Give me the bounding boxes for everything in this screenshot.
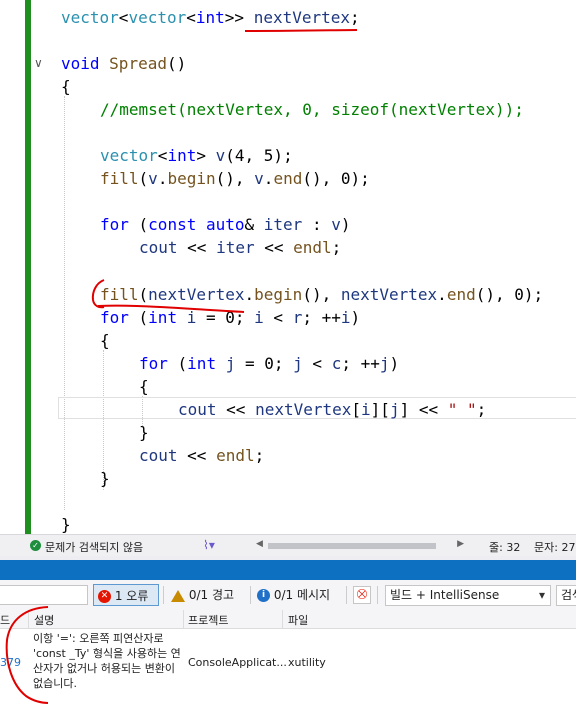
build-scope-label: 빌드 + IntelliSense	[390, 588, 500, 602]
table-row[interactable]: 379 이항 '=': 오른쪽 피연산자로 'const _Ty' 형식을 사용…	[0, 629, 576, 707]
issues-status[interactable]: 문제가 검색되지 않음	[45, 539, 143, 555]
code-line-open-brace: {	[61, 77, 71, 96]
errors-count-label: 1 오류	[114, 589, 149, 603]
horizontal-scrollbar[interactable]: ◀ ▶	[256, 539, 464, 551]
info-icon: i	[257, 589, 270, 602]
messages-filter-button[interactable]: i 0/1 메시지	[257, 584, 330, 606]
code-line-brace: }	[100, 469, 110, 488]
code-line-decl: vector<vector<int>> nextVertex;	[61, 8, 360, 27]
code-line-cout-iter: cout << iter << endl;	[139, 238, 342, 257]
code-line-for-i: for (int i = 0; i < r; ++i)	[100, 308, 361, 327]
toolbar-separator	[377, 586, 378, 604]
code-line-brace: }	[139, 423, 149, 442]
error-icon: ✕	[98, 590, 111, 603]
chevron-down-icon: ▾	[538, 588, 545, 602]
toolbar-separator	[163, 586, 164, 604]
code-line-brace: }	[61, 515, 71, 534]
error-code[interactable]: 379	[0, 656, 21, 669]
scope-dropdown[interactable]	[0, 585, 88, 605]
editor-status-bar: ✓ 문제가 검색되지 않음 ⌇▾ ◀ ▶ 줄: 32 문자: 27	[0, 534, 576, 557]
indent-guide	[64, 96, 65, 510]
code-line-cout-endl: cout << endl;	[139, 446, 265, 465]
warnings-filter-button[interactable]: 0/1 경고	[171, 584, 234, 606]
error-list-title-bar	[0, 560, 576, 580]
code-line-vector-v: vector<int> v(4, 5);	[100, 146, 293, 165]
change-tracking-bar	[25, 0, 31, 534]
error-description: 이항 '=': 오른쪽 피연산자로 'const _Ty' 형식을 사용하는 연…	[33, 632, 181, 690]
char-indicator[interactable]: 문자: 27	[534, 539, 575, 555]
errors-filter-button[interactable]: ✕ 1 오류	[93, 584, 159, 606]
check-circle-icon: ✓	[30, 540, 41, 551]
code-line-fill-v: fill(v.begin(), v.end(), 0);	[100, 169, 370, 188]
fold-toggle-icon[interactable]: ∨	[34, 56, 43, 70]
code-line-for-j: for (int j = 0; j < c; ++j)	[139, 354, 400, 373]
code-editor[interactable]: ∨ vector<vector<int>> nextVertex; void S…	[0, 0, 576, 534]
toolbar-separator	[346, 586, 347, 604]
messages-count-label: 0/1 메시지	[273, 588, 331, 602]
column-header-description[interactable]: 설명	[34, 612, 54, 628]
code-line-brace: {	[100, 331, 110, 350]
code-line-cout-cell: cout << nextVertex[i][j] << " ";	[178, 400, 487, 419]
search-input[interactable]: 검색	[556, 585, 576, 606]
error-file: xutility	[288, 656, 326, 669]
column-divider[interactable]	[282, 610, 283, 628]
error-list-body: 379 이항 '=': 오른쪽 피연산자로 'const _Ty' 형식을 사용…	[0, 629, 576, 714]
code-line-fill-nextvertex: fill(nextVertex.begin(), nextVertex.end(…	[100, 285, 544, 304]
column-header-file[interactable]: 파일	[288, 612, 308, 628]
build-scope-dropdown[interactable]: 빌드 + IntelliSense ▾	[385, 585, 551, 606]
column-divider[interactable]	[28, 610, 29, 628]
error-list-toolbar: ✕ 1 오류 0/1 경고 i 0/1 메시지 ⛒ 빌드 + IntelliSe…	[0, 580, 576, 610]
column-header-project[interactable]: 프로젝트	[188, 612, 228, 628]
column-header-code[interactable]: 드	[0, 612, 10, 628]
search-placeholder: 검색	[561, 588, 576, 602]
error-project: ConsoleApplicat...	[188, 656, 287, 669]
scroll-thumb[interactable]	[268, 543, 436, 549]
code-line-comment: //memset(nextVertex, 0, sizeof(nextVerte…	[100, 100, 524, 119]
code-cleanup-icon[interactable]: ⌇▾	[203, 538, 215, 552]
error-list-header: 드 설명 프로젝트 파일	[0, 610, 576, 629]
code-line-for-iter: for (const auto& iter : v)	[100, 215, 351, 234]
code-line-brace: {	[139, 377, 149, 396]
warnings-count-label: 0/1 경고	[188, 588, 235, 602]
scroll-left-icon[interactable]: ◀	[256, 539, 263, 549]
code-line-func: void Spread()	[61, 54, 187, 73]
toolbar-separator	[250, 586, 251, 604]
warning-icon	[171, 589, 185, 602]
column-divider[interactable]	[183, 610, 184, 628]
filter-icon[interactable]: ⛒	[353, 586, 371, 604]
line-indicator[interactable]: 줄: 32	[489, 539, 520, 555]
scroll-right-icon[interactable]: ▶	[457, 539, 464, 549]
